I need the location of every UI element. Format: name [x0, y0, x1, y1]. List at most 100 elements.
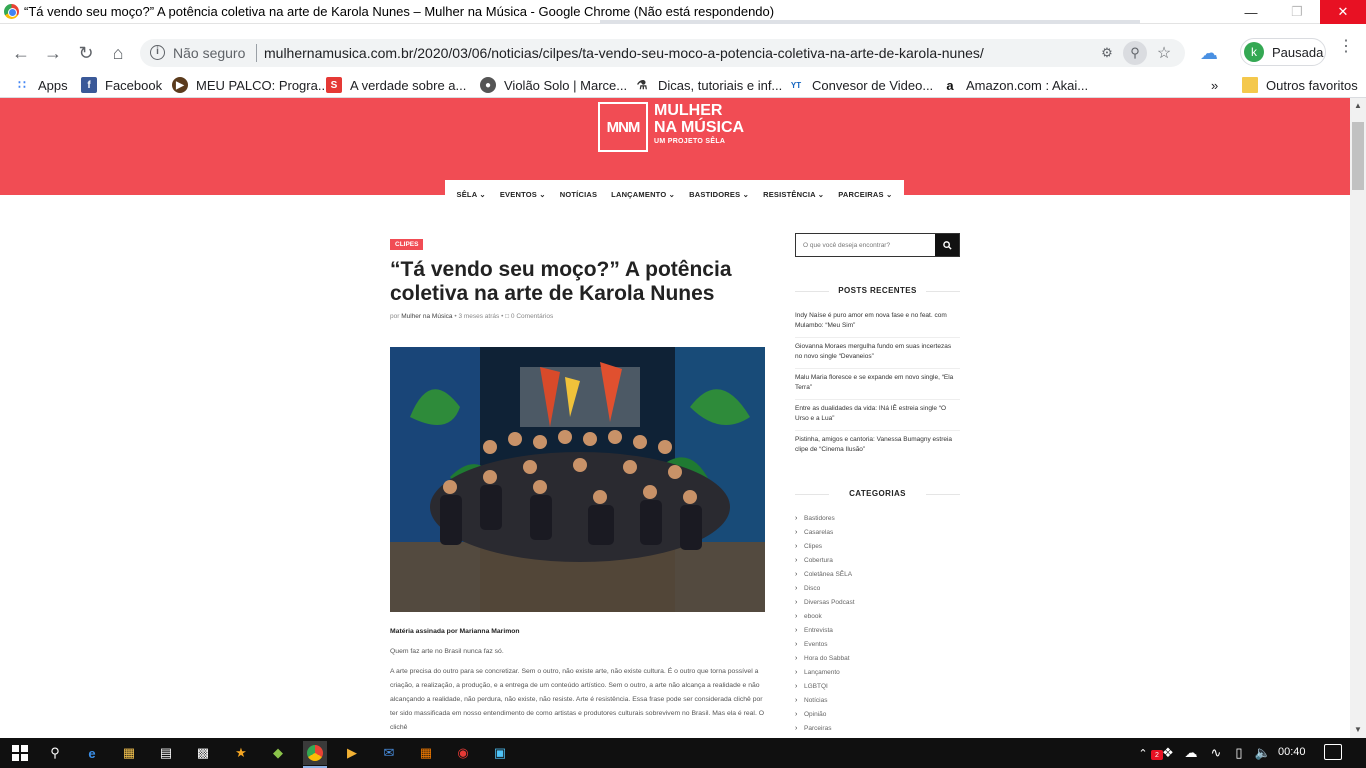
chevron-right-icon: ›: [795, 598, 798, 606]
tab-strip[interactable]: [600, 20, 1140, 24]
nav-item-sela[interactable]: SÊLA ⌄: [457, 190, 486, 199]
profile-status: Pausada: [1272, 45, 1324, 60]
app-icon[interactable]: ★: [229, 741, 253, 765]
address-bar[interactable]: i Não seguro mulhernamusica.com.br/2020/…: [140, 39, 1185, 67]
volume-icon[interactable]: 🔈: [1251, 741, 1275, 765]
nav-item-lancamento[interactable]: LANÇAMENTO ⌄: [611, 190, 675, 199]
bookmark-meu-palco[interactable]: ▶ MEU PALCO: Progra...: [172, 76, 329, 94]
windows-start-icon[interactable]: [8, 741, 32, 765]
forward-arrow-icon[interactable]: →: [40, 40, 66, 66]
recent-post-link[interactable]: Entre as dualidades da vida: INá IÊ estr…: [795, 400, 960, 431]
close-icon[interactable]: ✕: [1320, 0, 1366, 24]
search-icon[interactable]: ⚲: [43, 741, 67, 765]
category-link[interactable]: › Clipes: [795, 539, 960, 553]
kebab-menu-icon[interactable]: ⋮: [1338, 39, 1354, 55]
restore-icon[interactable]: ❐: [1274, 0, 1320, 24]
system-clock[interactable]: 00:40: [1278, 746, 1306, 758]
recent-post-link[interactable]: Indy Naíse é puro amor em nova fase e no…: [795, 307, 960, 338]
bookmark-facebook[interactable]: f Facebook: [81, 76, 162, 94]
bookmark-label: Amazon.com : Akai...: [966, 77, 1089, 93]
cloud-icon[interactable]: ☁: [1179, 741, 1203, 765]
scroll-down-arrow-icon[interactable]: ▼: [1350, 722, 1366, 738]
bookmark-apps[interactable]: ∷ Apps: [14, 76, 67, 94]
more-bookmarks-chevron-icon[interactable]: »: [1211, 76, 1218, 94]
bookmark-dicas[interactable]: ⚗ Dicas, tutoriais e inf...: [634, 76, 783, 94]
battery-icon[interactable]: ▯: [1227, 741, 1251, 765]
vinyl-app-icon[interactable]: ◉: [451, 741, 475, 765]
action-center-icon[interactable]: [1324, 744, 1342, 760]
bookmark-violao[interactable]: ● Violão Solo | Marce...: [480, 76, 627, 94]
reload-icon[interactable]: ↻: [73, 40, 99, 66]
category-link[interactable]: › Eventos: [795, 637, 960, 651]
scrollbar-thumb[interactable]: [1352, 122, 1364, 190]
category-link[interactable]: › Lançamento: [795, 665, 960, 679]
chevron-right-icon: ›: [795, 710, 798, 718]
category-link[interactable]: › Casarelas: [795, 525, 960, 539]
category-link[interactable]: › Bastidores: [795, 511, 960, 525]
bookmark-conversor[interactable]: YT Convesor de Video...: [788, 76, 933, 94]
onedrive-extension-icon[interactable]: ☁: [1196, 40, 1222, 66]
recent-post-link[interactable]: Giovanna Moraes mergulha fundo em suas i…: [795, 338, 960, 369]
bookmark-verdade[interactable]: S A verdade sobre a...: [326, 76, 466, 94]
category-link[interactable]: › Hora do Sabbat: [795, 651, 960, 665]
category-link[interactable]: › Diversas Podcast: [795, 595, 960, 609]
minimize-icon[interactable]: —: [1228, 0, 1274, 24]
back-arrow-icon[interactable]: ←: [8, 40, 34, 66]
film-icon[interactable]: ▦: [414, 741, 438, 765]
category-badge[interactable]: CLIPES: [390, 239, 424, 250]
tutorial-icon: ⚗: [636, 78, 648, 92]
nav-item-resistencia[interactable]: RESISTÊNCIA ⌄: [763, 190, 824, 199]
bookmark-label: Outros favoritos: [1266, 77, 1358, 93]
article-paragraph: Quem faz arte no Brasil nunca faz só.: [390, 648, 504, 655]
search-button[interactable]: [935, 234, 959, 256]
file-explorer-icon[interactable]: ▦: [117, 741, 141, 765]
recent-post-link[interactable]: Malu Maria floresce e se expande em novo…: [795, 369, 960, 400]
bookmark-star-icon[interactable]: ☆: [1152, 41, 1176, 65]
author-link[interactable]: Mulher na Música: [401, 313, 452, 320]
category-link[interactable]: › Entrevista: [795, 623, 960, 637]
nav-item-parceiras[interactable]: PARCEIRAS ⌄: [838, 190, 892, 199]
shield-app-icon[interactable]: ◆: [266, 741, 290, 765]
zoom-icon[interactable]: ⚲: [1123, 41, 1147, 65]
category-link[interactable]: › Opinião: [795, 707, 960, 721]
info-icon[interactable]: i: [150, 45, 165, 60]
category-link[interactable]: › Parceiras: [795, 721, 960, 735]
wifi-icon[interactable]: ∿: [1204, 741, 1228, 765]
comments-link[interactable]: 0 Comentários: [511, 313, 553, 320]
category-link[interactable]: › Notícias: [795, 693, 960, 707]
chevron-right-icon: ›: [795, 612, 798, 620]
comment-icon: □: [505, 313, 510, 320]
category-link[interactable]: › LGBTQI: [795, 679, 960, 693]
other-bookmarks-folder[interactable]: Outros favoritos: [1242, 76, 1358, 94]
mail-icon[interactable]: ✉: [377, 741, 401, 765]
category-link[interactable]: › Coletânea SÊLA: [795, 567, 960, 581]
omnibox-divider: [256, 44, 257, 62]
recent-post-link[interactable]: Pistinha, amigos e cantoria: Vanessa Bum…: [795, 431, 960, 462]
store-icon[interactable]: ▩: [191, 741, 215, 765]
category-link[interactable]: › Cobertura: [795, 553, 960, 567]
bookmark-amazon[interactable]: a Amazon.com : Akai...: [942, 76, 1088, 94]
amazon-icon: a: [946, 77, 954, 93]
category-link[interactable]: › ebook: [795, 609, 960, 623]
globe-icon: ●: [480, 77, 496, 93]
nav-item-eventos[interactable]: EVENTOS ⌄: [500, 190, 546, 199]
media-player-icon[interactable]: ▶: [340, 741, 364, 765]
nav-item-bastidores[interactable]: BASTIDORES ⌄: [689, 190, 749, 199]
category-link[interactable]: › Disco: [795, 581, 960, 595]
url-text[interactable]: mulhernamusica.com.br/2020/03/06/noticia…: [264, 45, 984, 61]
security-status[interactable]: Não seguro: [173, 45, 245, 61]
profile-button[interactable]: k Pausada: [1240, 38, 1326, 66]
chrome-taskbar-icon[interactable]: [303, 741, 327, 768]
chevron-right-icon: ›: [795, 528, 798, 536]
blocked-cookies-icon[interactable]: ⚙: [1095, 41, 1119, 65]
window-app-icon[interactable]: ▣: [488, 741, 512, 765]
edge-icon[interactable]: e: [80, 741, 104, 765]
home-icon[interactable]: ⌂: [105, 40, 131, 66]
window-controls: — ❐ ✕: [1228, 0, 1366, 24]
search-input[interactable]: O que você deseja encontrar?: [803, 242, 890, 249]
page-scrollbar[interactable]: ▲ ▼: [1350, 98, 1366, 738]
nav-item-noticias[interactable]: NOTÍCIAS: [560, 190, 597, 199]
chevron-right-icon: ›: [795, 696, 798, 704]
scroll-up-arrow-icon[interactable]: ▲: [1350, 98, 1366, 114]
calculator-icon[interactable]: ▤: [154, 741, 178, 765]
